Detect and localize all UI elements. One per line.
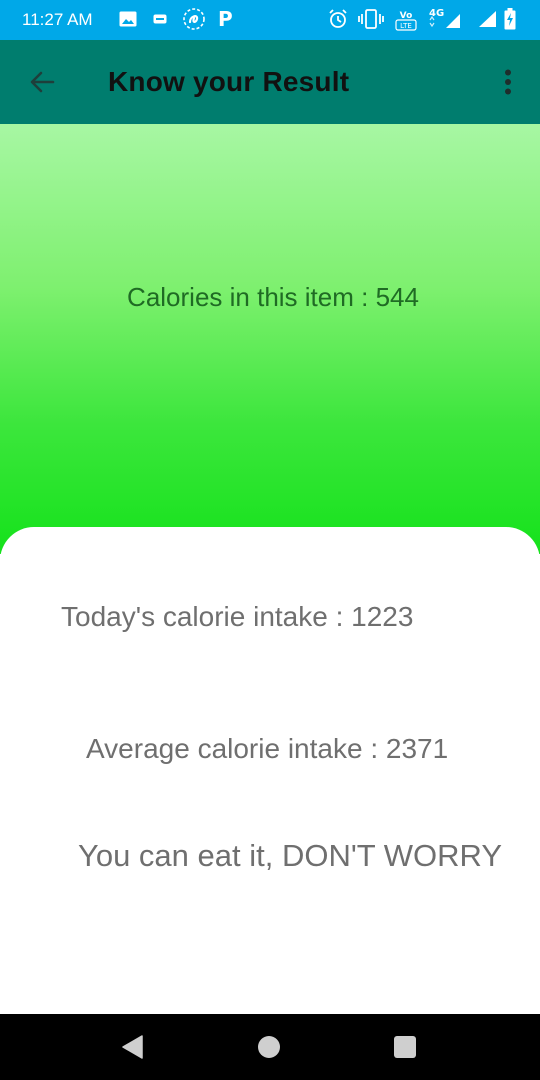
status-bar: 11:27 AM P Vo LTE 4G bbox=[0, 0, 540, 40]
alarm-icon bbox=[329, 9, 347, 28]
network-4g-icon: 4G bbox=[429, 8, 460, 28]
nav-recents-icon[interactable] bbox=[393, 1035, 417, 1059]
more-options-button[interactable] bbox=[488, 62, 528, 102]
airtel-icon bbox=[183, 8, 205, 30]
calories-in-item-text: Calories in this item : 544 bbox=[127, 282, 419, 312]
gallery-icon bbox=[119, 11, 137, 27]
paytm-icon: P bbox=[218, 7, 233, 31]
vibrate-icon bbox=[358, 9, 384, 29]
page-title: Know your Result bbox=[108, 66, 350, 97]
system-nav-bar bbox=[0, 1014, 540, 1080]
svg-text:LTE: LTE bbox=[400, 22, 412, 30]
nav-home-icon[interactable] bbox=[257, 1035, 281, 1059]
back-button[interactable] bbox=[22, 62, 62, 102]
todays-intake-text: Today's calorie intake : 1223 bbox=[61, 601, 414, 632]
status-time: 11:27 AM bbox=[22, 10, 93, 29]
result-header: Calories in this item : 544 bbox=[0, 124, 540, 554]
more-vert-icon bbox=[505, 69, 511, 95]
volte-icon: Vo LTE bbox=[395, 11, 417, 31]
average-intake-text: Average calorie intake : 2371 bbox=[86, 733, 449, 764]
verdict-text: You can eat it, DON'T WORRY bbox=[78, 838, 503, 873]
app-bar: Know your Result bbox=[0, 40, 540, 124]
arrow-back-icon bbox=[30, 71, 55, 93]
message-icon bbox=[153, 14, 167, 24]
battery-charging-icon bbox=[504, 8, 516, 30]
screen: 11:27 AM P Vo LTE 4G Know your Result Ca… bbox=[0, 0, 540, 1080]
nav-back-icon[interactable] bbox=[120, 1034, 146, 1060]
result-card: Today's calorie intake : 1223 Average ca… bbox=[0, 527, 540, 1014]
signal-icon bbox=[479, 11, 496, 27]
